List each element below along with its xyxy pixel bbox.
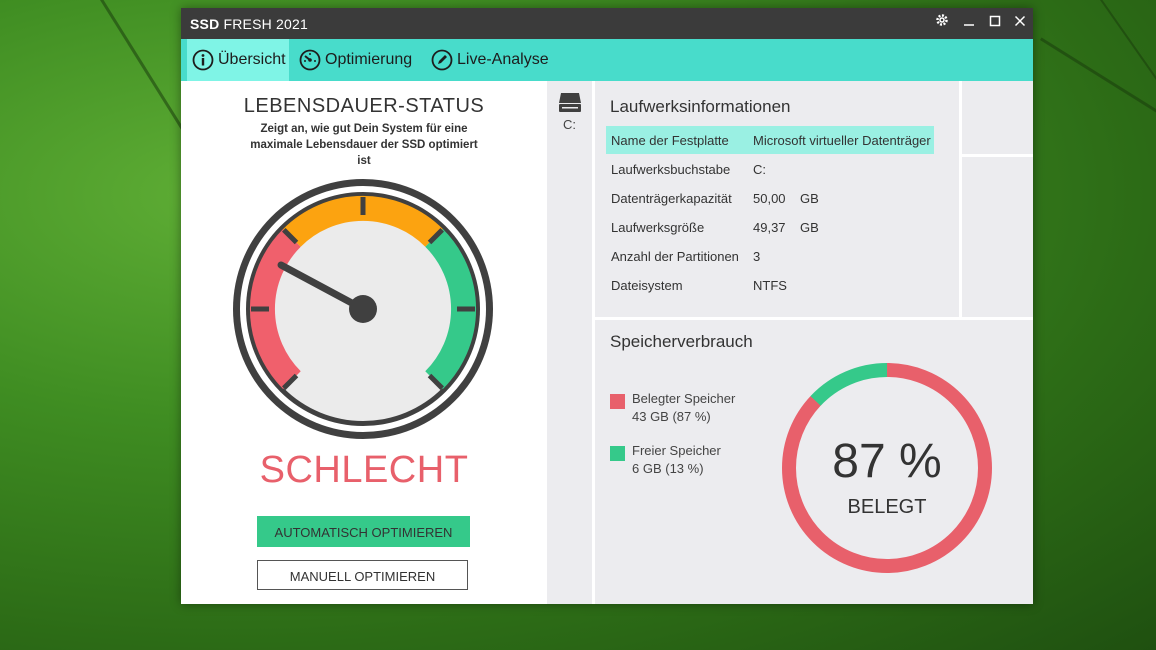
- usage-percent: 87 %: [832, 435, 942, 488]
- legend-free-value: 6 GB (13 %): [632, 461, 704, 476]
- info-value: NTFS: [753, 278, 787, 293]
- minimize-icon[interactable]: [958, 12, 980, 34]
- info-value: Microsoft virtueller Datenträger: [753, 133, 931, 148]
- close-icon[interactable]: [1009, 12, 1031, 34]
- info-value: C:: [753, 162, 766, 177]
- lifetime-status-panel: LEBENSDAUER-STATUS Zeigt an, wie gut Dei…: [181, 81, 547, 604]
- title-bar: SSD FRESH 2021: [181, 8, 1033, 39]
- tab-label: Übersicht: [218, 51, 286, 68]
- tab-optimierung[interactable]: Optimierung: [299, 39, 412, 81]
- info-value: 49,37 GB: [753, 220, 819, 235]
- info-key: Dateisystem: [611, 278, 683, 293]
- tab-label: Live-Analyse: [457, 51, 549, 68]
- background-leaf-vein: [1100, 0, 1156, 328]
- legend-used-value: 43 GB (87 %): [632, 409, 711, 424]
- info-icon: [192, 49, 214, 71]
- auto-optimize-button[interactable]: AUTOMATISCH OPTIMIEREN: [257, 516, 470, 547]
- app-window: SSD FRESH 2021 Übersicht Optimierung Liv…: [181, 8, 1033, 604]
- drive-selector[interactable]: C:: [547, 81, 592, 604]
- hard-drive-icon: [559, 93, 581, 112]
- info-value: 3: [753, 249, 761, 264]
- pencil-icon: [431, 49, 453, 71]
- tab-bar: Übersicht Optimierung Live-Analyse: [181, 39, 1033, 81]
- usage-percent-caption: BELEGT: [847, 496, 927, 518]
- info-row: Datenträgerkapazität 50,00 GB: [606, 184, 934, 212]
- tab-live-analyse[interactable]: Live-Analyse: [431, 39, 549, 81]
- legend-swatch-free: [610, 446, 625, 461]
- info-value: 50,00 GB: [753, 191, 819, 206]
- status-description: Zeigt an, wie gut Dein System für eine m…: [250, 123, 478, 167]
- legend-used-label: Belegter Speicher: [632, 391, 736, 406]
- storage-usage-panel: Speicherverbrauch Belegter Speicher 43 G…: [595, 320, 1033, 604]
- info-key: Laufwerksgröße: [611, 220, 705, 235]
- info-key: Anzahl der Partitionen: [611, 249, 739, 264]
- info-row: Anzahl der Partitionen 3: [606, 242, 934, 270]
- speedometer-icon: [299, 49, 321, 71]
- maximize-icon[interactable]: [984, 12, 1006, 34]
- empty-tile: [962, 157, 1033, 317]
- legend-free-label: Freier Speicher: [632, 443, 721, 458]
- legend-swatch-used: [610, 394, 625, 409]
- info-row: Dateisystem NTFS: [606, 271, 934, 299]
- status-rating: SCHLECHT: [259, 449, 469, 491]
- tab-label: Optimierung: [325, 51, 413, 68]
- status-title: LEBENSDAUER-STATUS: [243, 95, 485, 117]
- settings-gear-icon[interactable]: [931, 12, 953, 34]
- info-key: Laufwerksbuchstabe: [611, 162, 731, 177]
- drive-info-panel: Laufwerksinformationen Name der Festplat…: [595, 81, 959, 317]
- info-key: Name der Festplatte: [611, 133, 729, 148]
- drive-info-title: Laufwerksinformationen: [610, 97, 791, 116]
- info-row: Laufwerksbuchstabe C:: [606, 155, 934, 183]
- window-title: SSD FRESH 2021: [190, 16, 308, 32]
- info-row: Name der Festplatte Microsoft virtueller…: [606, 126, 934, 154]
- manual-optimize-button[interactable]: MANUELL OPTIMIEREN: [257, 560, 468, 590]
- usage-title: Speicherverbrauch: [610, 332, 753, 351]
- lifetime-gauge: [233, 179, 493, 439]
- drive-label: C:: [563, 117, 576, 132]
- info-key: Datenträgerkapazität: [611, 191, 732, 206]
- tab-uebersicht[interactable]: Übersicht: [187, 39, 289, 81]
- info-row: Laufwerksgröße 49,37 GB: [606, 213, 934, 241]
- empty-tile: [962, 81, 1033, 154]
- background-leaf-vein: [1040, 37, 1156, 316]
